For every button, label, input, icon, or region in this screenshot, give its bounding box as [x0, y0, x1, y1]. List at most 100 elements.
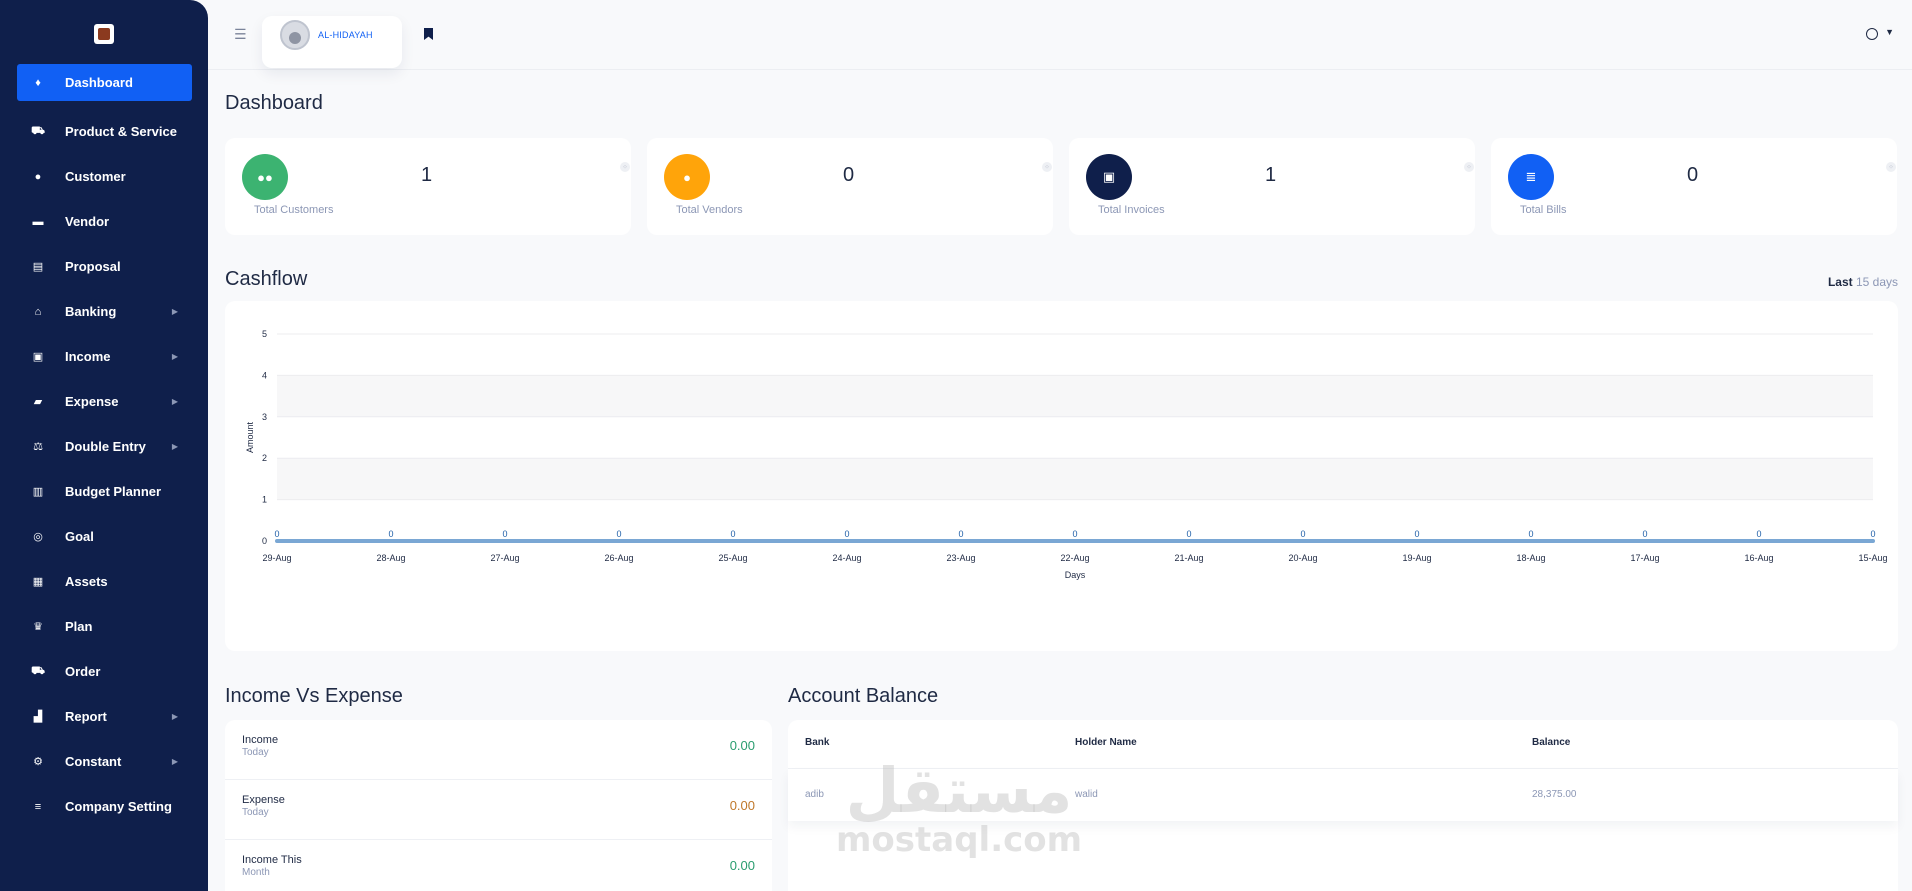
sidebar-item-banking[interactable]: ⌂ Banking ▶	[17, 289, 192, 334]
data-label: 0	[1414, 529, 1419, 539]
column-header[interactable]: Balance	[1532, 737, 1570, 748]
column-header[interactable]: Holder Name	[1075, 737, 1137, 748]
x-tick-label: 29-Aug	[262, 553, 291, 563]
data-label: 0	[1072, 529, 1077, 539]
menu-toggle-icon[interactable]: ☰	[234, 26, 247, 43]
data-label: 0	[844, 529, 849, 539]
x-tick-label: 22-Aug	[1060, 553, 1089, 563]
stat-value: 1	[1265, 164, 1277, 186]
data-point	[845, 539, 849, 543]
cashflow-chart-svg: 0 1 2 3 4 5 29-Aug 28-Aug 27-Aug 26-Aug 25-Aug 24-A…	[245, 329, 1888, 580]
y-tick-label: 4	[262, 370, 267, 380]
sidebar-item-expense[interactable]: ▰ Expense ▶	[17, 379, 192, 424]
database-icon: ≣	[1508, 154, 1554, 200]
sidebar-item-customer[interactable]: ● Customer	[17, 154, 192, 199]
data-point	[275, 539, 279, 543]
user-menu[interactable]: AL-HIDAYAH	[262, 16, 402, 68]
sidebar-item-goal[interactable]: ◎ Goal	[17, 514, 192, 559]
data-point	[617, 539, 621, 543]
data-label: 0	[730, 529, 735, 539]
stat-value: 1	[421, 164, 433, 186]
table-cell: adib	[805, 789, 824, 800]
chevron-right-icon: ▶	[171, 352, 178, 361]
sidebar-item-constant[interactable]: ⚙ Constant ▶	[17, 739, 192, 784]
sidebar: ♦ Dashboard ⛟ Product & Service ● Customer ▬ Ve…	[0, 0, 208, 891]
data-point	[1415, 539, 1419, 543]
sidebar-item-order[interactable]: ⛟ Order	[17, 649, 192, 694]
sidebar-item-product-service[interactable]: ⛟ Product & Service	[17, 109, 192, 154]
sidebar-item-double-entry[interactable]: ⚖ Double Entry ▶	[17, 424, 192, 469]
cart-plus-icon: ⛟	[31, 664, 45, 677]
drag-handle-icon[interactable]: ⁘	[620, 162, 630, 172]
list-item: Income Today 0.00	[225, 720, 772, 780]
data-label: 0	[958, 529, 963, 539]
drag-handle-icon[interactable]: ⁘	[1464, 162, 1474, 172]
money-hand-icon: ▰	[33, 396, 43, 408]
note-icon: ▬	[32, 215, 44, 228]
money-icon: ▣	[32, 351, 44, 363]
sidebar-item-label: Double Entry	[65, 439, 146, 454]
data-point	[1529, 539, 1533, 543]
y-tick-label: 0	[262, 536, 267, 546]
topbar: ☰ AL-HIDAYAH ▼	[208, 0, 1912, 70]
chevron-right-icon: ▶	[171, 307, 178, 316]
cashflow-range[interactable]: Last 15 days	[1828, 275, 1898, 289]
list-item: Expense Today 0.00	[225, 780, 772, 840]
drag-handle-icon[interactable]: ⁘	[1886, 162, 1896, 172]
company-logo[interactable]	[94, 24, 114, 44]
sidebar-item-label: Product & Service	[65, 124, 177, 139]
bookmark-icon[interactable]	[424, 28, 433, 40]
column-header[interactable]: Bank	[805, 737, 829, 748]
calculator-icon: ▦	[32, 576, 44, 588]
row-value: 0.00	[729, 798, 755, 813]
sidebar-item-income[interactable]: ▣ Income ▶	[17, 334, 192, 379]
data-point	[959, 539, 963, 543]
globe-icon[interactable]	[1866, 28, 1878, 40]
sidebar-item-report[interactable]: ▟ Report ▶	[17, 694, 192, 739]
sidebar-item-label: Proposal	[65, 259, 121, 274]
sidebar-item-label: Income	[65, 349, 111, 364]
fire-icon: ♦	[35, 76, 41, 89]
sidebar-item-proposal[interactable]: ▤ Proposal	[17, 244, 192, 289]
row-period: Today	[242, 747, 269, 758]
data-label: 0	[388, 529, 393, 539]
clipboard-icon: ▥	[32, 486, 44, 498]
list-item: Income This Month 0.00	[225, 840, 772, 891]
chevron-right-icon: ▶	[171, 712, 178, 721]
x-tick-label: 17-Aug	[1630, 553, 1659, 563]
row-label: Income This	[242, 854, 302, 866]
sidebar-item-assets[interactable]: ▦ Assets	[17, 559, 192, 604]
avatar	[280, 20, 310, 50]
x-tick-label: 21-Aug	[1174, 553, 1203, 563]
user-icon: ●	[34, 170, 42, 183]
watermark-latin: mostaql.com	[836, 820, 1083, 860]
grid-band	[277, 458, 1873, 500]
sidebar-item-plan[interactable]: ♛ Plan	[17, 604, 192, 649]
drag-handle-icon[interactable]: ⁘	[1042, 162, 1052, 172]
chevron-right-icon: ▶	[171, 397, 178, 406]
grid-band	[277, 334, 1873, 376]
stat-card-total-customers: ●● 1 Total Customers ⁘	[225, 138, 631, 235]
stat-value: 0	[1687, 164, 1699, 186]
data-label: 0	[1870, 529, 1875, 539]
grid-band	[277, 416, 1873, 459]
sidebar-item-company-setting[interactable]: ≡ Company Setting	[17, 784, 192, 829]
sidebar-item-budget-planner[interactable]: ▥ Budget Planner	[17, 469, 192, 514]
sidebar-item-dashboard[interactable]: ♦ Dashboard	[17, 64, 192, 101]
bank-icon: ⌂	[34, 305, 42, 318]
cashflow-title: Cashflow	[225, 268, 308, 290]
data-point	[731, 539, 735, 543]
cashflow-chart: 0 1 2 3 4 5 29-Aug 28-Aug 27-Aug 26-Aug 25-Aug 24-A…	[225, 301, 1898, 651]
grid-band	[277, 375, 1873, 417]
stat-card-total-invoices: ▣ 1 Total Invoices ⁘	[1069, 138, 1475, 235]
range-value: 15 days	[1855, 275, 1898, 289]
x-axis-label: Days	[1065, 570, 1086, 580]
y-tick-label: 3	[262, 412, 267, 422]
sidebar-item-label: Report	[65, 709, 107, 724]
row-value: 0.00	[729, 738, 755, 753]
x-tick-label: 27-Aug	[490, 553, 519, 563]
x-tick-label: 19-Aug	[1402, 553, 1431, 563]
bar-chart-icon: ▟	[33, 711, 43, 723]
chevron-down-icon[interactable]: ▼	[1885, 27, 1894, 37]
sidebar-item-vendor[interactable]: ▬ Vendor	[17, 199, 192, 244]
